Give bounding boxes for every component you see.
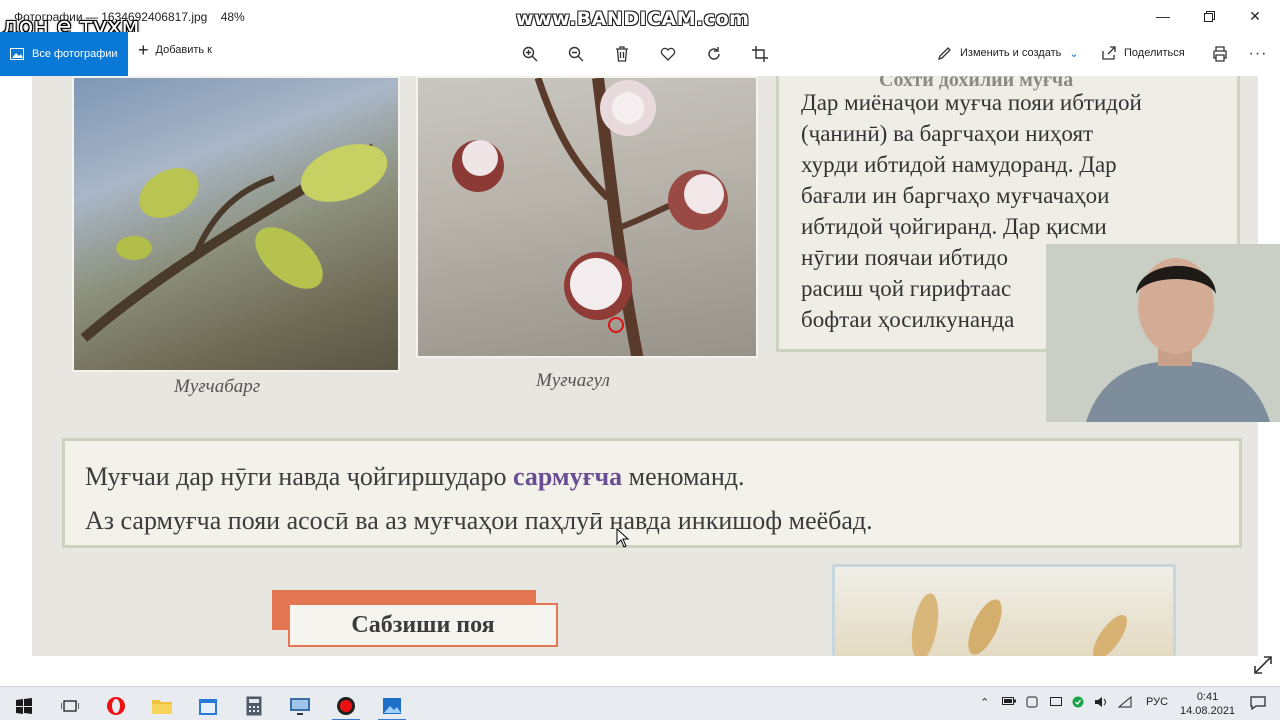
- network-tray-icon[interactable]: [1117, 695, 1132, 711]
- display-icon: [1050, 697, 1062, 706]
- textbox-heading: Сохти дохилии муғча: [879, 76, 1074, 91]
- rotate-button[interactable]: [702, 42, 726, 66]
- record-icon: [337, 697, 355, 715]
- opera-icon: [107, 697, 125, 715]
- chevron-down-icon: ⌄: [1069, 47, 1079, 60]
- definition-box: Муғчаи дар нӯги навда ҷойгиршударо сарму…: [62, 438, 1242, 548]
- flower-bud-illustration: [452, 78, 728, 356]
- mouse-cursor-icon: [616, 528, 630, 548]
- notifications-button[interactable]: [1250, 696, 1266, 713]
- plus-icon: +: [138, 40, 149, 60]
- windows-icon: [16, 698, 32, 714]
- expand-icon[interactable]: [1252, 654, 1274, 676]
- device-icon: [1026, 696, 1038, 708]
- volume-tray-icon[interactable]: [1094, 696, 1108, 711]
- share-label: Поделиться: [1124, 47, 1185, 59]
- definition-line-2: Аз сармуғча пояи асосӣ ва аз муғчаҳои па…: [85, 506, 873, 535]
- close-button[interactable]: ✕: [1232, 0, 1278, 32]
- calculator-icon: [246, 696, 262, 716]
- highlighted-term: сармуғча: [513, 462, 623, 491]
- calendar-taskbar-button[interactable]: [188, 691, 228, 720]
- monitor-icon: [290, 698, 310, 715]
- edit-create-button[interactable]: Изменить и создать ⌄: [938, 46, 1079, 60]
- file-explorer-taskbar-button[interactable]: [142, 691, 182, 720]
- calculator-taskbar-button[interactable]: [234, 691, 274, 720]
- zoom-out-button[interactable]: [564, 42, 588, 66]
- definition-text: меноманд.: [622, 462, 745, 491]
- notification-icon: [1250, 696, 1266, 711]
- windows-taskbar: ⌃ РУС 0:41 14.08.2021: [0, 686, 1280, 720]
- add-to-button[interactable]: + Добавить к: [138, 40, 212, 60]
- show-hidden-icons-button[interactable]: ⌃: [980, 696, 989, 709]
- print-button[interactable]: [1208, 42, 1232, 66]
- leaf-bud-photo: [72, 76, 400, 372]
- rotate-icon: [708, 47, 720, 60]
- share-button[interactable]: Поделиться: [1102, 46, 1185, 60]
- wheat-illustration: [911, 593, 1128, 656]
- more-options-button[interactable]: ···: [1246, 42, 1270, 66]
- caption-leaf-bud: Муғчабарг: [174, 376, 261, 397]
- crop-icon: [752, 46, 768, 62]
- battery-tray-icon[interactable]: [1002, 696, 1016, 709]
- leaf-bud-illustration: [80, 143, 388, 342]
- start-button[interactable]: [4, 691, 44, 720]
- caption-flower-bud: Муғчагул: [536, 370, 610, 391]
- zoom-in-icon: [522, 46, 538, 62]
- person-illustration: [1046, 244, 1280, 422]
- zoom-in-button[interactable]: [518, 42, 542, 66]
- bandicam-taskbar-button[interactable]: [326, 691, 366, 720]
- clock-date: 14.08.2021: [1180, 705, 1236, 717]
- volume-icon: [1095, 697, 1106, 707]
- trash-icon: [616, 46, 628, 62]
- edit-create-label: Изменить и создать: [960, 47, 1062, 59]
- minimize-button[interactable]: —: [1140, 0, 1186, 32]
- task-view-button[interactable]: [50, 691, 90, 720]
- webcam-overlay: [1046, 244, 1280, 422]
- folder-icon: [152, 700, 172, 714]
- photos-icon: [383, 698, 401, 714]
- security-tray-icon[interactable]: [1072, 696, 1084, 711]
- photos-taskbar-button[interactable]: [372, 691, 412, 720]
- language-indicator[interactable]: РУС: [1146, 696, 1168, 708]
- wheat-photo: [832, 564, 1176, 656]
- clock-time: 0:41: [1196, 691, 1219, 703]
- textbox-line: хурди ибтидой намудоранд. Дар: [801, 152, 1117, 177]
- photos-toolbar: Все фотографии + Добавить к Изменить и с…: [0, 32, 1280, 76]
- crop-button[interactable]: [748, 42, 772, 66]
- favorite-button[interactable]: [656, 42, 680, 66]
- print-icon: [1213, 46, 1227, 62]
- delete-button[interactable]: [610, 42, 634, 66]
- restore-icon: [1203, 10, 1215, 22]
- textbox-line: (ҷанинӣ) ва баргчаҳои ниҳоят: [801, 121, 1094, 146]
- definition-line-1: Муғчаи дар нӯги навда ҷойгиршударо сарму…: [85, 455, 1219, 499]
- flower-bud-photo: [416, 76, 758, 358]
- chevron-up-icon: ⌃: [980, 697, 990, 709]
- devices-tray-icon[interactable]: [1026, 696, 1038, 711]
- calendar-icon: [199, 699, 217, 715]
- share-icon: [1102, 46, 1116, 60]
- display-tray-icon[interactable]: [1050, 696, 1062, 711]
- all-photos-button[interactable]: Все фотографии: [0, 32, 128, 76]
- maximize-button[interactable]: [1186, 0, 1232, 32]
- zoom-out-icon: [568, 46, 584, 62]
- edit-icon: [938, 47, 951, 60]
- all-photos-label: Все фотографии: [32, 48, 118, 60]
- definition-text: Муғчаи дар нӯги навда ҷойгиршударо: [85, 462, 513, 491]
- opera-taskbar-button[interactable]: [96, 691, 136, 720]
- zoom-level: 48%: [220, 10, 245, 24]
- add-to-label: Добавить к: [155, 44, 212, 56]
- network-icon: [1117, 695, 1132, 708]
- shield-icon: [1072, 696, 1084, 708]
- app-taskbar-button[interactable]: [280, 691, 320, 720]
- battery-icon: [1002, 697, 1016, 705]
- clock[interactable]: 0:41 14.08.2021: [1180, 690, 1235, 718]
- photo-icon: [10, 48, 24, 60]
- textbox-line: ибтидой ҷойгиранд. Дар қисми: [801, 214, 1107, 239]
- textbox-line: бағали ин баргчаҳо муғчачаҳои: [801, 183, 1110, 208]
- task-view-icon: [61, 700, 79, 712]
- more-icon: ···: [1248, 45, 1268, 62]
- heart-icon: [660, 47, 676, 61]
- section-title: Сабзиши поя: [288, 603, 558, 647]
- bandicam-watermark: www.BANDICAM.com: [516, 8, 750, 30]
